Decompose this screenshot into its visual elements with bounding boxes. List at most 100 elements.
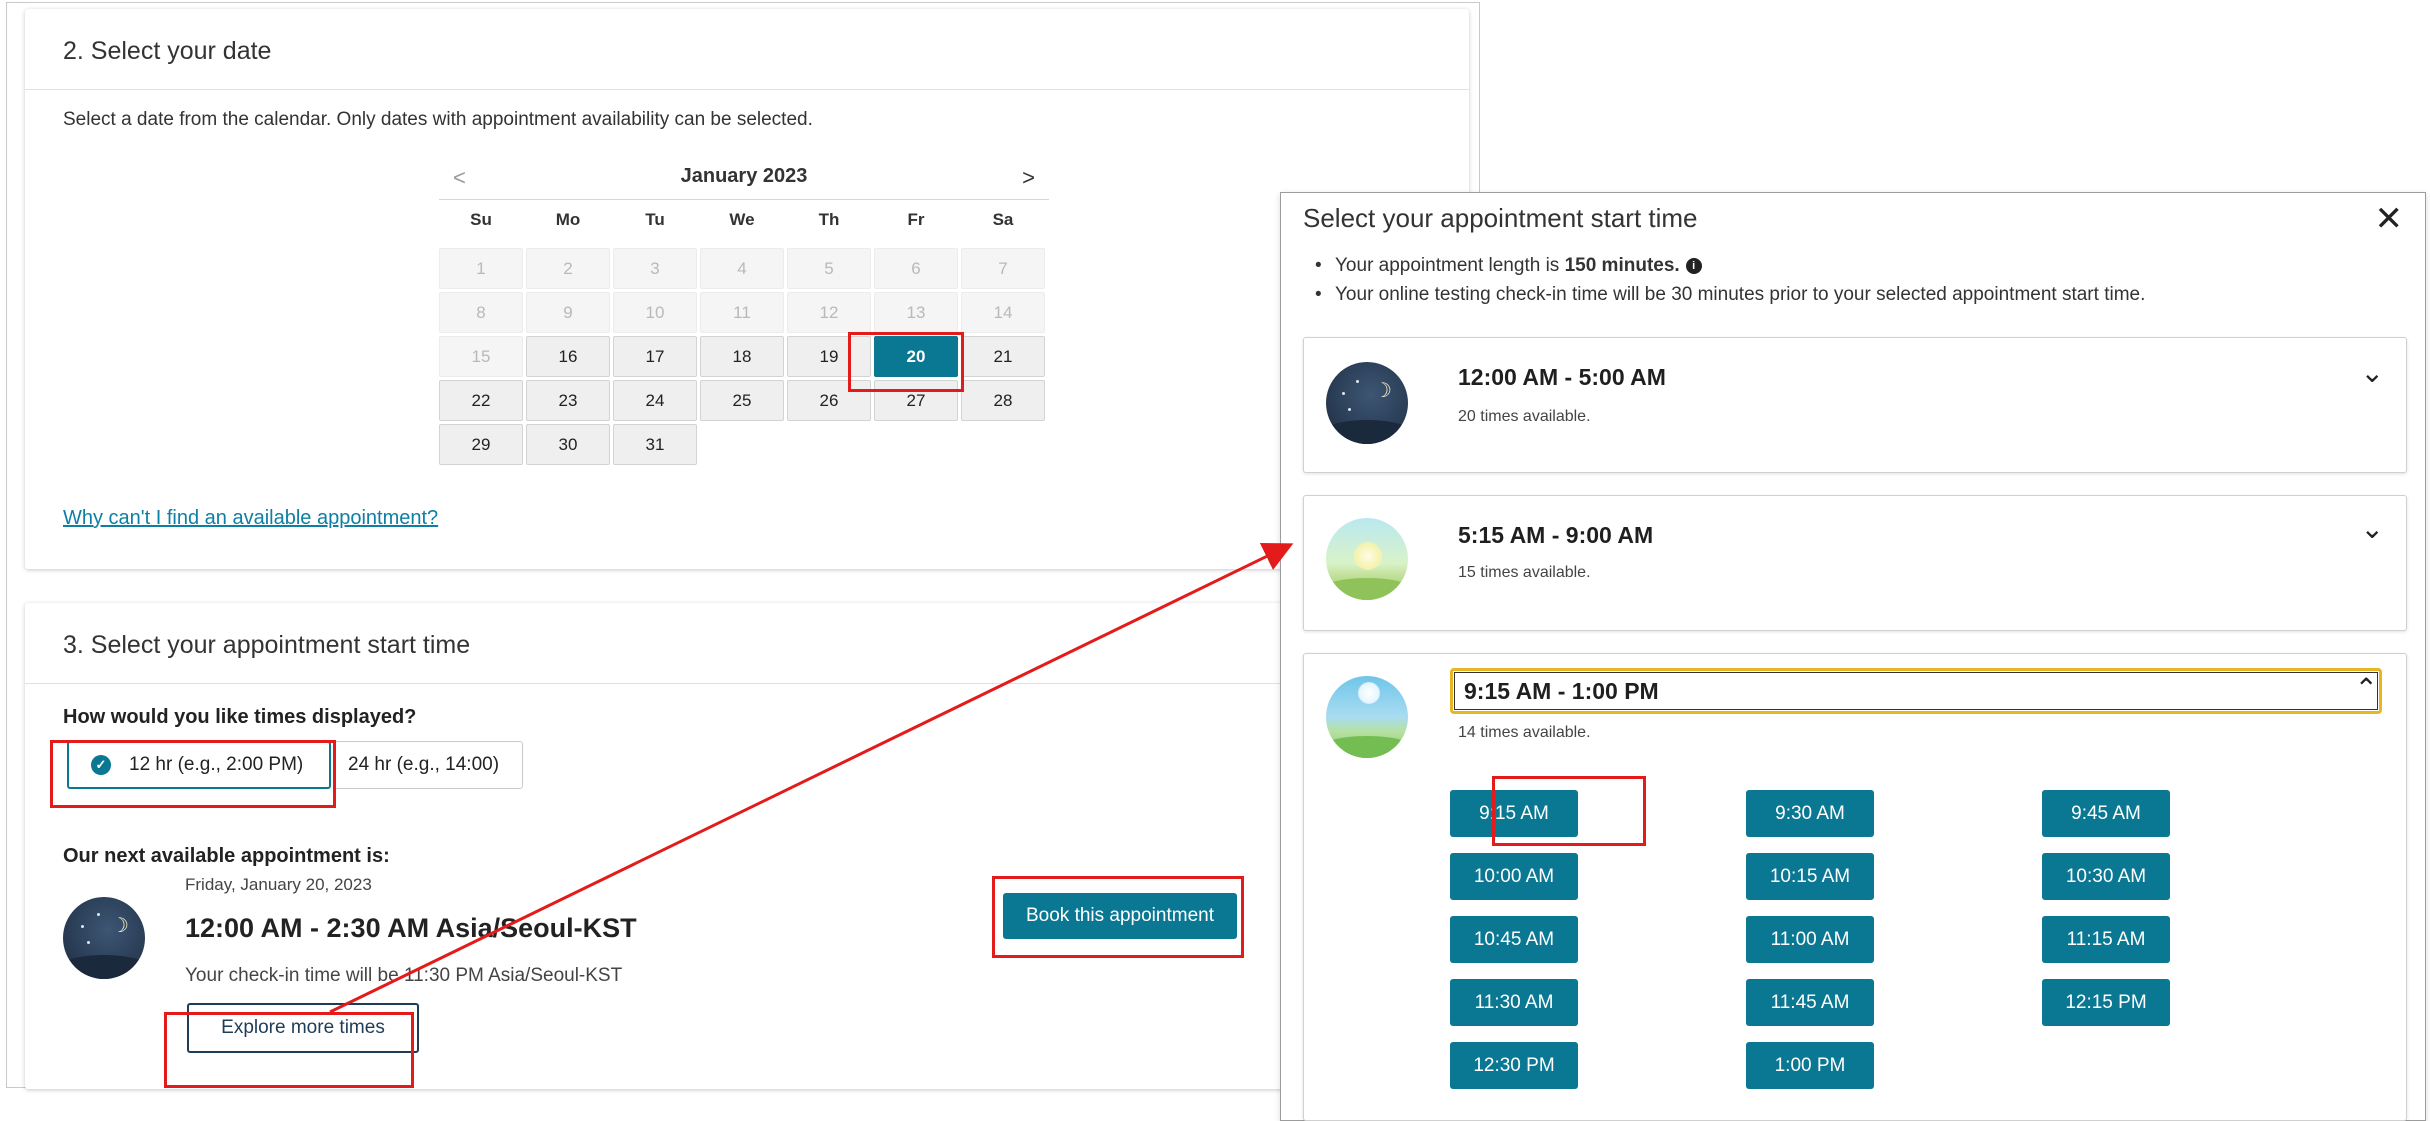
time-slot-button[interactable]: 10:00 AM (1450, 853, 1578, 900)
time-slot-button[interactable]: 9:15 AM (1450, 790, 1578, 837)
time-section-title: 3. Select your appointment start time (63, 631, 471, 659)
times-available-text: 14 times available. (1458, 724, 1591, 741)
time-slot-button[interactable]: 11:45 AM (1746, 979, 1874, 1026)
time-slot-button[interactable]: 11:30 AM (1450, 979, 1578, 1026)
night-icon: ☽ (63, 897, 145, 979)
calendar: < January 2023 > Su Mo Tu We Th Fr Sa 12345678… (439, 155, 1049, 465)
calendar-day[interactable]: 19 (787, 336, 871, 377)
time-range-group[interactable]: 5:15 AM - 9:00 AM 15 times available. ⌄ (1303, 495, 2407, 631)
time-range-group[interactable]: ☽ 12:00 AM - 5:00 AM 20 times available.… (1303, 337, 2407, 473)
time-range-label: 5:15 AM - 9:00 AM (1458, 522, 1654, 548)
calendar-day[interactable]: 24 (613, 380, 697, 421)
calendar-day[interactable]: 17 (613, 336, 697, 377)
calendar-day: 8 (439, 292, 523, 333)
calendar-day[interactable]: 18 (700, 336, 784, 377)
calendar-day[interactable]: 28 (961, 380, 1045, 421)
close-icon[interactable]: ✕ (2375, 199, 2404, 239)
calendar-day: 10 (613, 292, 697, 333)
calendar-header: < January 2023 > (439, 155, 1049, 197)
calendar-day[interactable]: 30 (526, 424, 610, 465)
calendar-day: 6 (874, 248, 958, 289)
calendar-grid: 1 2 3 4 5 6 7 8 9 10 11 12 13 14 15 16 17 18 19 20 21 22 23 24 2… (439, 248, 1049, 465)
calendar-day-selected[interactable]: 20 (874, 336, 958, 377)
calendar-day: 7 (961, 248, 1045, 289)
weekday-label: Tu (645, 210, 665, 229)
calendar-day[interactable]: 26 (787, 380, 871, 421)
start-time-modal: Select your appointment start time ✕ You… (1280, 192, 2426, 1121)
calendar-weekdays: Su Mo Tu We Th Fr Sa (439, 210, 1049, 240)
chevron-down-icon[interactable]: ⌄ (2361, 356, 2384, 389)
calendar-day: 2 (526, 248, 610, 289)
time-range-label: 12:00 AM - 5:00 AM (1458, 364, 1666, 390)
next-appointment-time: 12:00 AM - 2:30 AM Asia/Seoul-KST (185, 913, 637, 943)
calendar-day[interactable]: 29 (439, 424, 523, 465)
calendar-day[interactable]: 25 (700, 380, 784, 421)
night-icon: ☽ (1326, 362, 1408, 444)
calendar-day[interactable]: 27 (874, 380, 958, 421)
next-appointment-label: Our next available appointment is: (63, 845, 390, 867)
calendar-day: 5 (787, 248, 871, 289)
modal-info-list: Your appointment length is 150 minutes.i… (1311, 255, 2145, 313)
time-range-group-expanded: 9:15 AM - 1:00 PM 14 times available. ⌃ … (1303, 653, 2407, 1121)
times-available-text: 20 times available. (1458, 408, 1591, 425)
weekday-label: Mo (555, 210, 581, 229)
book-appointment-button[interactable]: Book this appointment (1003, 893, 1237, 939)
time-slot-button[interactable]: 1:00 PM (1746, 1042, 1874, 1089)
check-icon: ✓ (91, 755, 111, 775)
info-icon[interactable]: i (1685, 257, 1702, 274)
time-slot-button[interactable]: 10:30 AM (2042, 853, 2170, 900)
time-section: 3. Select your appointment start time Ho… (25, 603, 1469, 1089)
format-24hr-option[interactable]: 24 hr (e.g., 14:00) (333, 741, 523, 789)
why-no-appointment-link[interactable]: Why can't I find an available appointmen… (63, 507, 438, 530)
day-icon (1326, 676, 1408, 758)
checkin-time-text: Your check-in time will be 11:30 PM Asia… (185, 965, 623, 986)
weekday-label: Su (470, 210, 492, 229)
appointment-length-note: Your appointment length is 150 minutes.i (1311, 255, 2145, 277)
calendar-day: 14 (961, 292, 1045, 333)
format-12hr-option[interactable]: ✓ 12 hr (e.g., 2:00 PM) (67, 741, 331, 789)
weekday-label: Fr (907, 210, 925, 229)
date-helper-text: Select a date from the calendar. Only da… (63, 109, 813, 130)
time-slot-button[interactable]: 11:15 AM (2042, 916, 2170, 963)
time-slot-button[interactable]: 12:30 PM (1450, 1042, 1578, 1089)
date-section-title: 2. Select your date (63, 37, 272, 65)
divider (25, 89, 1469, 90)
time-slot-button[interactable]: 10:15 AM (1746, 853, 1874, 900)
chevron-up-icon[interactable]: ⌃ (2355, 672, 2378, 705)
calendar-day: 15 (439, 336, 523, 377)
chevron-down-icon[interactable]: ⌄ (2361, 512, 2384, 545)
divider (25, 683, 1469, 684)
calendar-day[interactable]: 16 (526, 336, 610, 377)
format-12hr-label: 12 hr (e.g., 2:00 PM) (129, 754, 304, 775)
calendar-day[interactable]: 23 (526, 380, 610, 421)
calendar-day: 4 (700, 248, 784, 289)
calendar-month-label: January 2023 (680, 165, 808, 187)
calendar-rule (439, 199, 1049, 200)
calendar-day: 1 (439, 248, 523, 289)
calendar-day[interactable]: 31 (613, 424, 697, 465)
weekday-label: Sa (992, 210, 1014, 229)
calendar-day: 13 (874, 292, 958, 333)
next-month-button[interactable]: > (1022, 165, 1035, 191)
sunrise-icon (1326, 518, 1408, 600)
calendar-day: 11 (700, 292, 784, 333)
date-section: 2. Select your date Select a date from t… (25, 9, 1469, 569)
calendar-day: 12 (787, 292, 871, 333)
calendar-day: 3 (613, 248, 697, 289)
booking-page: 2. Select your date Select a date from t… (6, 2, 1480, 1089)
time-format-question: How would you like times displayed? (63, 706, 417, 728)
explore-more-times-button[interactable]: Explore more times (187, 1003, 419, 1053)
calendar-day: 9 (526, 292, 610, 333)
time-slot-button[interactable]: 9:30 AM (1746, 790, 1874, 837)
time-slot-button[interactable]: 12:15 PM (2042, 979, 2170, 1026)
calendar-day[interactable]: 21 (961, 336, 1045, 377)
time-range-label: 9:15 AM - 1:00 PM (1464, 678, 1659, 704)
weekday-label: We (729, 210, 755, 229)
checkin-note: Your online testing check-in time will b… (1311, 284, 2145, 306)
time-slot-button[interactable]: 10:45 AM (1450, 916, 1578, 963)
time-slot-button[interactable]: 9:45 AM (2042, 790, 2170, 837)
next-appointment-date: Friday, January 20, 2023 (185, 875, 372, 894)
calendar-day[interactable]: 22 (439, 380, 523, 421)
time-slot-button[interactable]: 11:00 AM (1746, 916, 1874, 963)
time-buttons-grid: 9:15 AM 9:30 AM 9:45 AM 10:00 AM 10:15 AM 10:… (1450, 790, 2170, 1089)
